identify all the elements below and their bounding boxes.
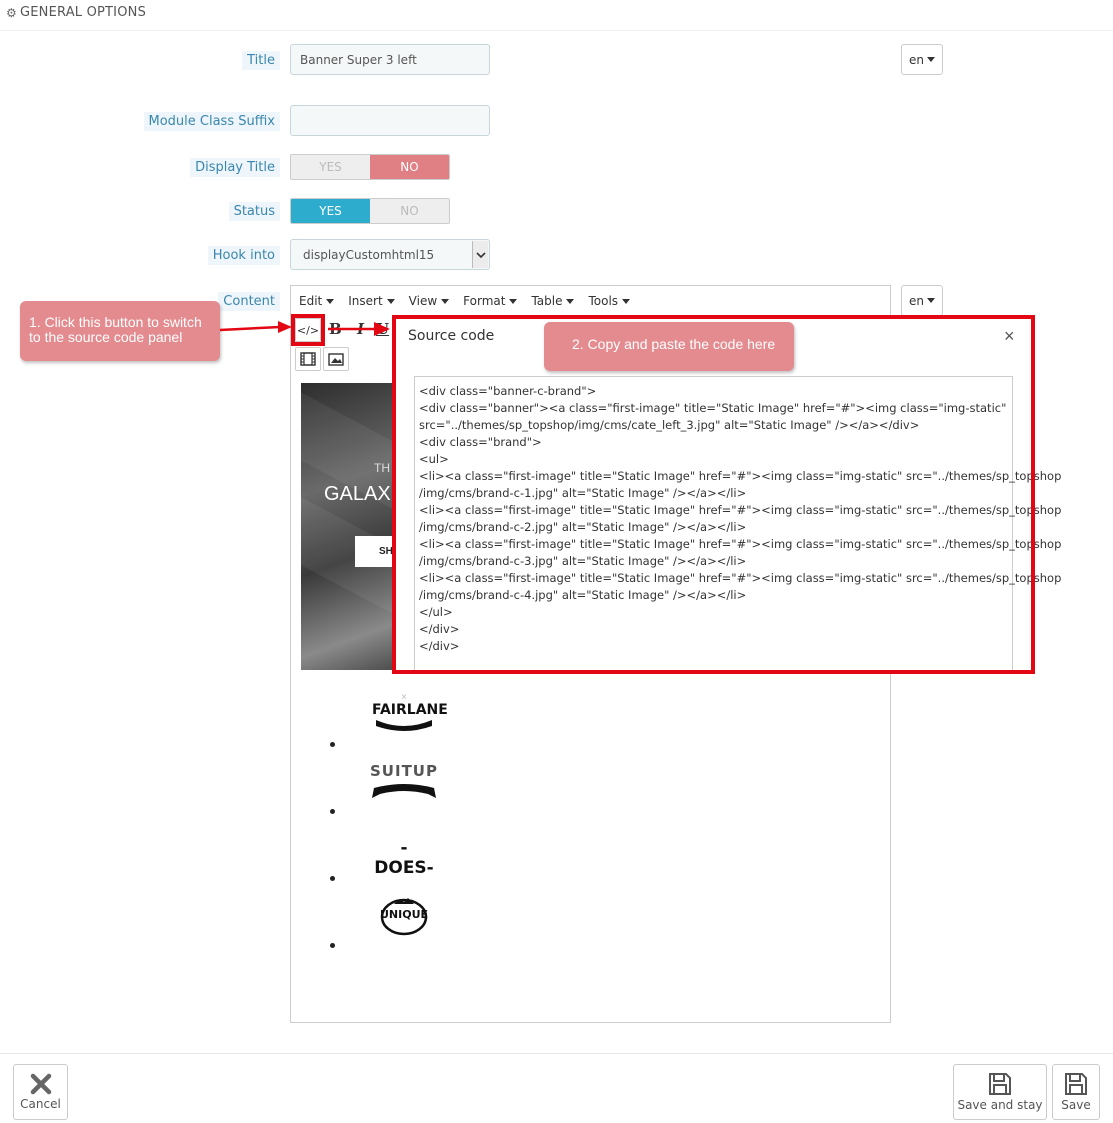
- banner-title: GALAX: [324, 483, 391, 505]
- close-icon: [30, 1073, 51, 1095]
- callout-step2: 2. Copy and paste the code here: [544, 322, 794, 371]
- module-class-suffix-input[interactable]: [290, 105, 490, 136]
- title-lang-dropdown[interactable]: en: [901, 44, 943, 75]
- caret-down-icon: [927, 57, 935, 62]
- film-icon: [300, 352, 316, 366]
- hook-into-value: displayCustomhtml15: [303, 248, 435, 262]
- title-input[interactable]: Banner Super 3 left: [290, 44, 490, 75]
- display-title-label: Display Title: [190, 158, 280, 177]
- section-title: GENERAL OPTIONS: [19, 5, 147, 20]
- lang-label: en: [909, 293, 924, 308]
- suitup-logo: SUITUP: [370, 762, 438, 807]
- status-yes[interactable]: YES: [291, 199, 370, 223]
- footer-divider: [0, 1053, 1113, 1054]
- lang-label: en: [909, 52, 924, 67]
- insert-image-button[interactable]: [323, 347, 349, 371]
- callout-step1: 1. Click this button to switch to the so…: [20, 301, 220, 361]
- list-bullet: [330, 809, 335, 814]
- save-and-stay-label: Save and stay: [957, 1098, 1043, 1112]
- does-logo: -DOES-: [374, 838, 434, 878]
- menu-edit[interactable]: Edit: [299, 294, 335, 308]
- cancel-button[interactable]: Cancel: [13, 1064, 68, 1120]
- content-label: Content: [218, 292, 280, 311]
- menu-view[interactable]: View: [409, 294, 450, 308]
- title-label: Title: [242, 51, 280, 70]
- save-and-stay-button[interactable]: Save and stay: [953, 1064, 1047, 1120]
- display-title-yes[interactable]: YES: [291, 155, 370, 179]
- save-label: Save: [1061, 1098, 1091, 1112]
- fairlane-logo: × FAIRLANE: [372, 693, 448, 737]
- image-icon: [328, 352, 344, 366]
- status-no[interactable]: NO: [370, 199, 449, 223]
- divider: [0, 30, 1113, 31]
- menu-tools[interactable]: Tools: [588, 294, 631, 308]
- banner-subtitle: TH: [374, 461, 390, 475]
- status-switch[interactable]: YES NO: [290, 198, 450, 224]
- list-bullet: [330, 876, 335, 881]
- cancel-label: Cancel: [20, 1097, 61, 1111]
- editor-menubar: Edit Insert View Format Table Tools: [291, 286, 890, 316]
- save-icon: [989, 1073, 1011, 1095]
- list-bullet: [330, 943, 335, 948]
- display-title-switch[interactable]: YES NO: [290, 154, 450, 180]
- section-header: ⚙ GENERAL OPTIONS: [6, 5, 146, 20]
- content-lang-dropdown[interactable]: en: [901, 285, 943, 316]
- status-label: Status: [228, 202, 280, 221]
- display-title-no[interactable]: NO: [370, 155, 449, 179]
- menu-insert[interactable]: Insert: [348, 294, 395, 308]
- menu-format[interactable]: Format: [463, 294, 518, 308]
- select-arrow-icon: [472, 241, 488, 268]
- callout-arrows: [219, 321, 390, 336]
- banner-preview-image: TH GALAX SH: [301, 383, 401, 670]
- unique-logo: UNIQUE: [380, 896, 428, 936]
- caret-down-icon: [927, 298, 935, 303]
- list-bullet: [330, 742, 335, 747]
- save-icon: [1065, 1073, 1087, 1095]
- save-button[interactable]: Save: [1052, 1064, 1100, 1120]
- gears-icon: ⚙: [6, 5, 17, 20]
- hook-into-select[interactable]: displayCustomhtml15: [290, 239, 490, 270]
- module-class-suffix-label: Module Class Suffix: [143, 112, 280, 131]
- hook-into-label: Hook into: [207, 246, 280, 265]
- insert-video-button[interactable]: [295, 347, 321, 371]
- menu-table[interactable]: Table: [531, 294, 575, 308]
